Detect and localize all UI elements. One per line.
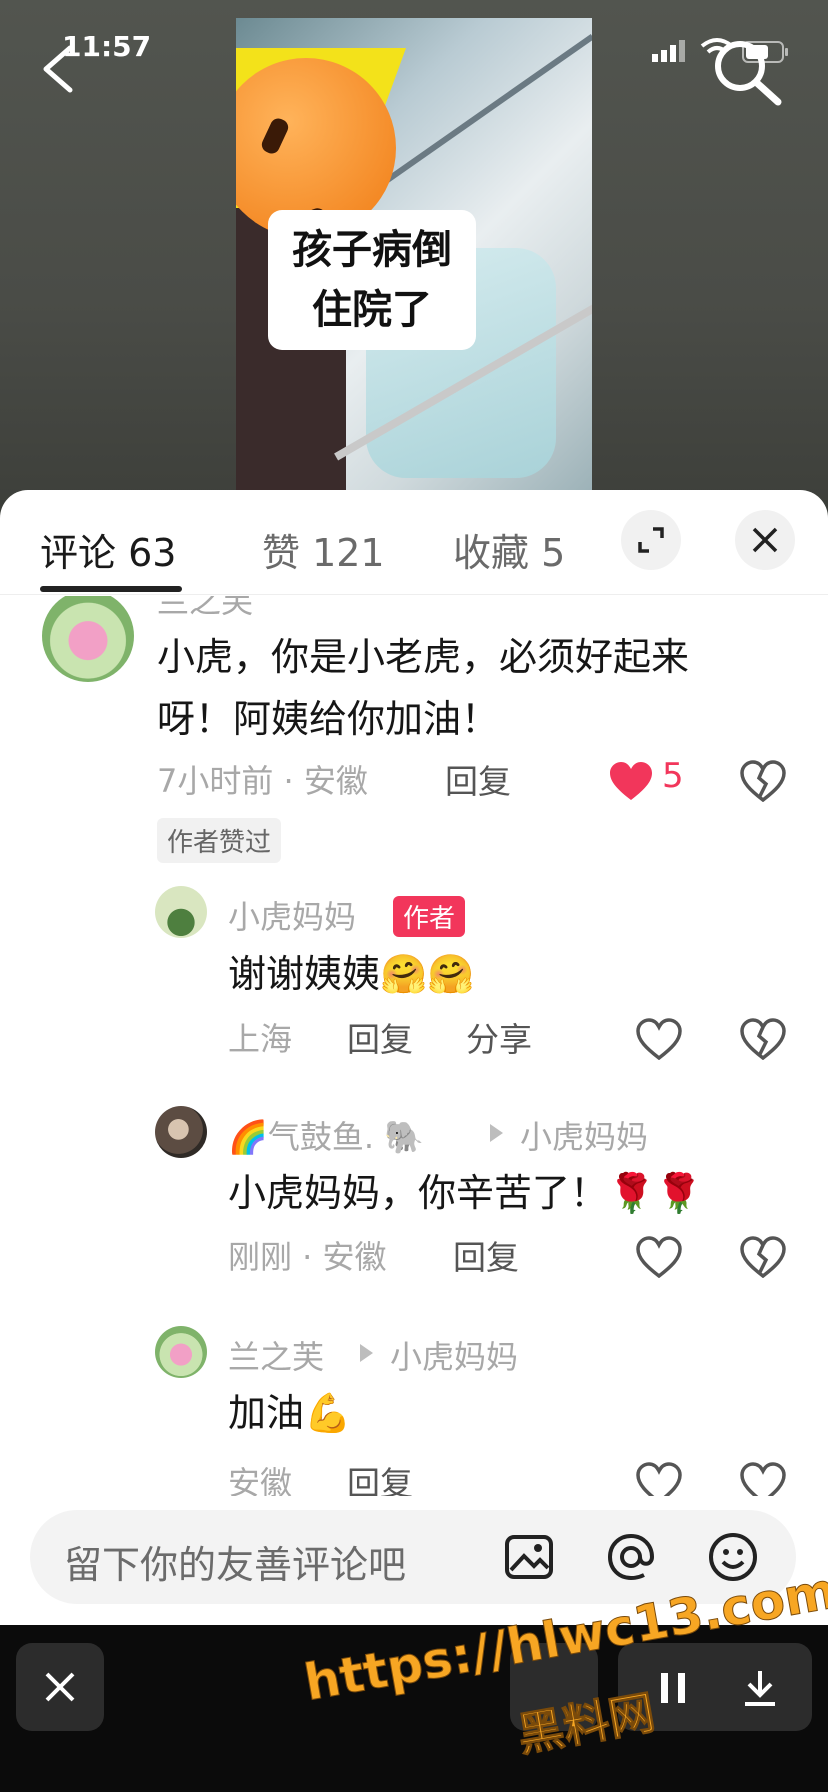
close-icon xyxy=(45,1672,75,1702)
video-caption: 孩子病倒 住院了 xyxy=(268,210,476,350)
comment-input-placeholder: 留下你的友善评论吧 xyxy=(64,1543,407,1587)
video-caption-line2: 住院了 xyxy=(312,287,432,333)
reply-username[interactable]: 🌈气鼓鱼. 🐘 xyxy=(228,1112,424,1158)
reply-to-username[interactable]: 小虎妈妈 xyxy=(520,1112,648,1158)
avatar[interactable] xyxy=(42,596,134,682)
mention-icon[interactable] xyxy=(604,1530,658,1584)
close-icon xyxy=(752,527,778,553)
reply-location: 安徽 xyxy=(228,1464,293,1496)
comment-tabs: 评论 63 赞 121 收藏 5 xyxy=(0,490,828,594)
tabs-divider xyxy=(0,594,828,595)
dislike-broken-heart-icon[interactable] xyxy=(740,760,786,802)
comment-text-line2: 呀！阿姨给你加油！ xyxy=(157,697,500,741)
download-icon[interactable] xyxy=(742,1669,778,1707)
avatar[interactable] xyxy=(155,886,207,938)
author-badge: 作者 xyxy=(393,896,466,937)
reply-to-username[interactable]: 小虎妈妈 xyxy=(390,1332,518,1378)
dislike-broken-heart-icon[interactable] xyxy=(740,1236,786,1278)
heart-outline-icon[interactable] xyxy=(636,1236,682,1278)
avatar[interactable] xyxy=(155,1326,207,1378)
reply-text: 谢谢姨姨🤗🤗 xyxy=(228,952,475,996)
reply-button[interactable]: 回复 xyxy=(347,1013,413,1061)
signal-icon xyxy=(652,40,685,62)
close-sheet-button[interactable] xyxy=(735,510,795,570)
video-caption-line1: 孩子病倒 xyxy=(292,227,452,273)
reply-text: 小虎妈妈，你辛苦了！🌹🌹 xyxy=(228,1171,703,1215)
active-tab-indicator xyxy=(40,586,182,592)
reply-username[interactable]: 兰之芙 xyxy=(228,1332,324,1378)
comment-list[interactable]: 兰之芙 小虎，你是小老虎，必须好起来 呀！阿姨给你加油！ 7小时前 · 安徽 回… xyxy=(0,596,828,1496)
comment-text-line1: 小虎，你是小老虎，必须好起来 xyxy=(157,635,690,679)
author-liked-tag: 作者赞过 xyxy=(157,818,282,863)
reply-button[interactable]: 回复 xyxy=(453,1231,519,1279)
avatar[interactable] xyxy=(155,1106,207,1158)
close-player-button[interactable] xyxy=(16,1643,104,1731)
reply-username[interactable]: 小虎妈妈 xyxy=(228,892,356,938)
image-icon[interactable] xyxy=(502,1530,556,1584)
video-bed-rail xyxy=(377,33,592,189)
reply-location: 上海 xyxy=(228,1020,293,1058)
comment-username[interactable]: 兰之芙 xyxy=(157,596,253,622)
reply-to-arrow-icon xyxy=(490,1124,503,1142)
tab-likes[interactable]: 赞 121 xyxy=(262,522,385,577)
like-count: 5 xyxy=(662,756,684,796)
reply-button[interactable]: 回复 xyxy=(445,755,511,803)
heart-outline-icon[interactable] xyxy=(636,1018,682,1060)
reply-to-arrow-icon xyxy=(360,1344,373,1362)
share-button[interactable]: 分享 xyxy=(466,1013,532,1061)
comment-time-location: 7小时前 · 安徽 xyxy=(157,762,368,800)
dislike-broken-heart-icon[interactable] xyxy=(740,1018,786,1060)
comment-sheet: 评论 63 赞 121 收藏 5 兰之芙 小虎，你是小老虎，必须好起来 呀！阿姨… xyxy=(0,490,828,1625)
tab-favorites[interactable]: 收藏 5 xyxy=(453,522,565,577)
reply-time-location: 刚刚 · 安徽 xyxy=(228,1238,387,1276)
reply-text: 加油💪 xyxy=(228,1391,352,1435)
pause-icon[interactable] xyxy=(658,1671,688,1705)
tab-comments[interactable]: 评论 63 xyxy=(40,522,176,577)
heart-outline-icon[interactable] xyxy=(636,1462,682,1496)
expand-button[interactable] xyxy=(621,510,681,570)
status-time: 11:57 xyxy=(62,30,152,63)
search-icon[interactable] xyxy=(708,34,786,106)
heart-filled-icon[interactable] xyxy=(608,760,654,802)
dislike-broken-heart-icon[interactable] xyxy=(740,1462,786,1496)
reply-button[interactable]: 回复 xyxy=(347,1457,413,1496)
expand-icon xyxy=(638,527,664,553)
